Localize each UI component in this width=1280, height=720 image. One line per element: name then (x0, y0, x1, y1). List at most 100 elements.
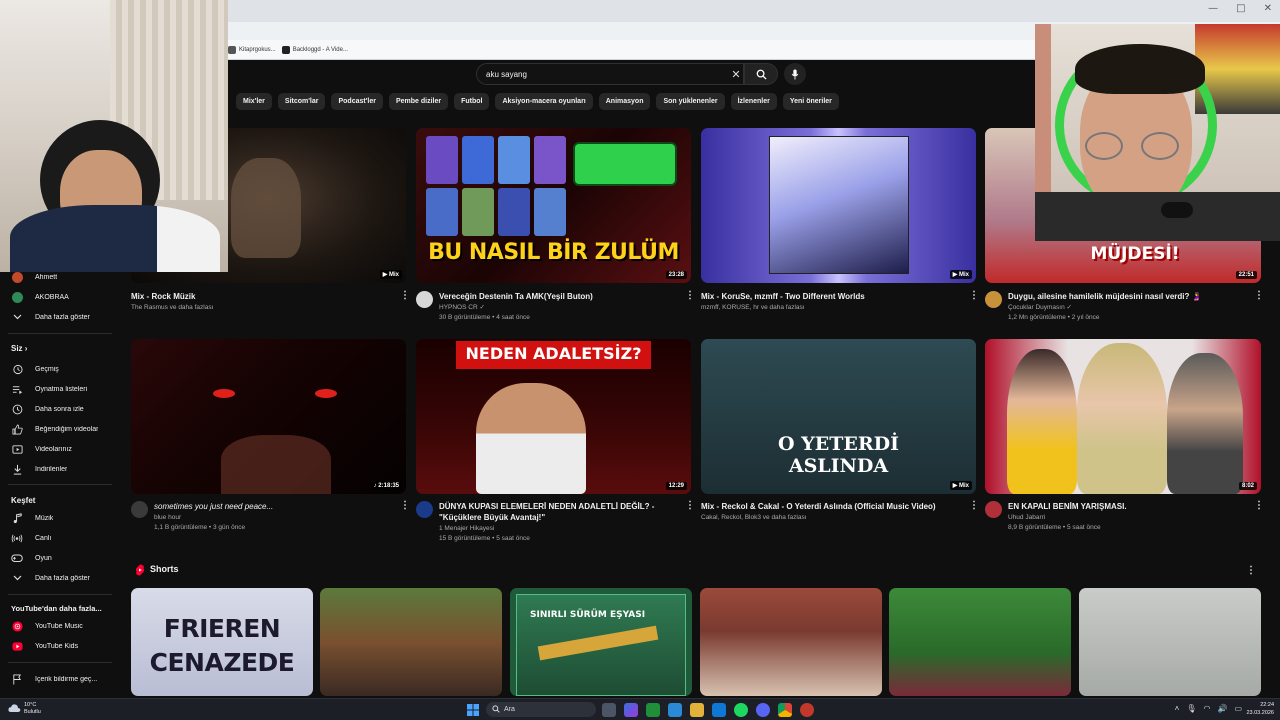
short-thumbnail[interactable]: SINIRLI SÜRÜM EŞYASI (510, 588, 692, 696)
video-title[interactable]: EN KAPALI BENİM YARIŞMASI. (1008, 501, 1248, 512)
wifi-icon[interactable]: ◠ (1203, 704, 1210, 713)
video-channel[interactable]: 1 Menajer Hikayesi (439, 524, 494, 533)
video-title[interactable]: Mix - Rock Müzik (131, 291, 376, 302)
video-channel[interactable]: Uhud Jabarri (1008, 513, 1045, 522)
bookmark-item[interactable]: Backloggd - A Vide... (281, 45, 348, 54)
battery-icon[interactable]: ▭ (1234, 704, 1242, 713)
search-input[interactable]: aku sayang (476, 63, 744, 85)
sidebar-item-youtube-music[interactable]: YouTube Music (0, 617, 118, 635)
sidebar-you-heading[interactable]: Siz › (11, 344, 27, 353)
sidebar-item-live[interactable]: Canlı (0, 529, 118, 547)
more-options-icon[interactable]: ⋮ (969, 290, 979, 301)
sidebar: Ahmett AKOBRAA Daha fazla göster Siz › G… (0, 271, 118, 700)
clock-icon (11, 403, 23, 415)
maximize-icon[interactable]: □ (1236, 3, 1245, 14)
more-options-icon[interactable]: ⋮ (685, 290, 695, 301)
channel-avatar[interactable] (416, 501, 433, 518)
video-channel[interactable]: Cakal, Reckol, Blok3 ve daha fazlası (701, 513, 807, 522)
sidebar-item-downloads[interactable]: İndirilenler (0, 460, 118, 478)
sidebar-item-report[interactable]: İçerik bildirme geç... (0, 670, 118, 688)
bookmark-item[interactable]: Kitaprgokus... (228, 45, 276, 54)
sidebar-item-youtube-kids[interactable]: YouTube Kids (0, 637, 118, 655)
video-channel[interactable]: blue hour (154, 513, 181, 522)
discord-icon[interactable] (756, 703, 770, 717)
taskbar-clock[interactable]: 22:24 23.03.2026 (1246, 701, 1274, 717)
video-thumbnail[interactable]: NEDEN ADALETSİZ? 12:29 (416, 339, 691, 494)
sidebar-item-liked-videos[interactable]: Beğendiğim videolar (0, 420, 118, 438)
chip-football[interactable]: Futbol (454, 93, 490, 110)
minimize-icon[interactable]: — (1208, 3, 1218, 14)
more-options-icon[interactable]: ⋮ (1254, 290, 1264, 301)
video-title[interactable]: Mix - Reckol & Cakal - O Yeterdi Aslında… (701, 501, 946, 512)
short-thumbnail[interactable] (700, 588, 882, 696)
channel-avatar[interactable] (985, 501, 1002, 518)
channel-avatar[interactable] (416, 291, 433, 308)
edge-icon[interactable] (668, 703, 682, 717)
video-channel[interactable]: HYPNOS CR ✓ (439, 303, 485, 312)
video-title[interactable]: DÜNYA KUPASI ELEMELERİ NEDEN ADALETLİ DE… (439, 501, 679, 523)
shorts-more-options-icon[interactable]: ⋮ (1246, 565, 1256, 576)
sidebar-show-more[interactable]: Daha fazla göster (0, 308, 118, 326)
sidebar-item-gaming[interactable]: Oyun (0, 549, 118, 567)
task-view-icon[interactable] (602, 703, 616, 717)
sidebar-item-history[interactable]: Geçmiş (0, 360, 118, 378)
video-channel[interactable]: The Rasmus ve daha fazlası (131, 303, 213, 312)
chip-recently-uploaded[interactable]: Son yüklenenler (656, 93, 725, 110)
close-window-icon[interactable]: ✕ (1264, 3, 1272, 14)
xbox-icon[interactable] (646, 703, 660, 717)
sidebar-item-music[interactable]: Müzik (0, 509, 118, 527)
clear-search-icon[interactable]: ✕ (728, 64, 744, 84)
more-options-icon[interactable]: ⋮ (685, 500, 695, 511)
short-thumbnail[interactable] (320, 588, 502, 696)
app-icon[interactable] (800, 703, 814, 717)
video-thumbnail[interactable]: BU NASIL BİR ZULÜM 23:28 (416, 128, 691, 283)
sidebar-item-watch-later[interactable]: Daha sonra izle (0, 400, 118, 418)
spotify-icon[interactable] (734, 703, 748, 717)
voice-search-button[interactable] (784, 63, 806, 85)
channel-avatar[interactable] (985, 291, 1002, 308)
chip-new-to-you[interactable]: Yeni öneriler (782, 93, 839, 110)
system-tray: ˄ 🎙 ◠ 🔊 ▭ (1175, 704, 1242, 713)
video-channel[interactable]: Çocuklar Duymasın ✓ (1008, 303, 1072, 312)
more-options-icon[interactable]: ⋮ (969, 500, 979, 511)
channel-avatar[interactable] (131, 501, 148, 518)
sidebar-item-your-videos[interactable]: Videolarınız (0, 440, 118, 458)
taskbar-search[interactable]: Ara (486, 702, 596, 717)
chip-mixes[interactable]: Mix'ler (236, 93, 272, 110)
sidebar-item-playlists[interactable]: Oynatma listeleri (0, 380, 118, 398)
video-title[interactable]: Vereceğin Destenin Ta AMK(Yeşil Buton) (439, 291, 679, 302)
video-title[interactable]: Duygu, ailesine hamilelik müjdesini nası… (1008, 291, 1248, 302)
windows-start-icon[interactable] (467, 704, 479, 716)
more-options-icon[interactable]: ⋮ (1254, 500, 1264, 511)
more-options-icon[interactable]: ⋮ (400, 290, 410, 301)
chevron-up-icon[interactable]: ˄ (1175, 704, 1180, 713)
short-thumbnail[interactable] (889, 588, 1071, 696)
chip-action-adventure[interactable]: Aksiyon-macera oyunları (495, 93, 593, 110)
video-title[interactable]: Mix - KoruSe, mzmff - Two Different Worl… (701, 291, 946, 302)
volume-icon[interactable]: 🔊 (1217, 704, 1227, 713)
video-thumbnail[interactable]: ♪ 2:18:35 (131, 339, 406, 494)
store-icon[interactable] (712, 703, 726, 717)
weather-widget[interactable]: 10°C Bulutlu (8, 702, 41, 716)
short-thumbnail[interactable]: FRIEREN CENAZEDE (131, 588, 313, 696)
person-shirt (1035, 192, 1280, 241)
video-thumbnail[interactable]: 8:02 (985, 339, 1261, 494)
chip-sitcoms[interactable]: Sitcom'lar (277, 93, 326, 110)
video-thumbnail[interactable]: ▶ Mix (701, 128, 976, 283)
sidebar-subscription[interactable]: AKOBRAA (0, 288, 118, 306)
microphone-tray-icon[interactable]: 🎙 (1186, 704, 1196, 713)
more-options-icon[interactable]: ⋮ (400, 500, 410, 511)
short-thumbnail[interactable] (1079, 588, 1261, 696)
search-button[interactable] (744, 63, 778, 85)
chip-watched[interactable]: İzlenenler (730, 93, 777, 110)
video-title[interactable]: sometimes you just need peace... (154, 501, 394, 512)
chip-animation[interactable]: Animasyon (598, 93, 651, 110)
video-thumbnail[interactable]: O YETERDİ ASLINDA ▶ Mix (701, 339, 976, 494)
chrome-icon[interactable] (778, 703, 792, 717)
copilot-icon[interactable] (624, 703, 638, 717)
video-channel[interactable]: mzmff, KORUSE, hr ve daha fazlası (701, 303, 805, 312)
chip-soap-operas[interactable]: Pembe diziler (388, 93, 449, 110)
chip-podcasts[interactable]: Podcast'ler (331, 93, 383, 110)
file-explorer-icon[interactable] (690, 703, 704, 717)
sidebar-explore-show-more[interactable]: Daha fazla göster (0, 569, 118, 587)
